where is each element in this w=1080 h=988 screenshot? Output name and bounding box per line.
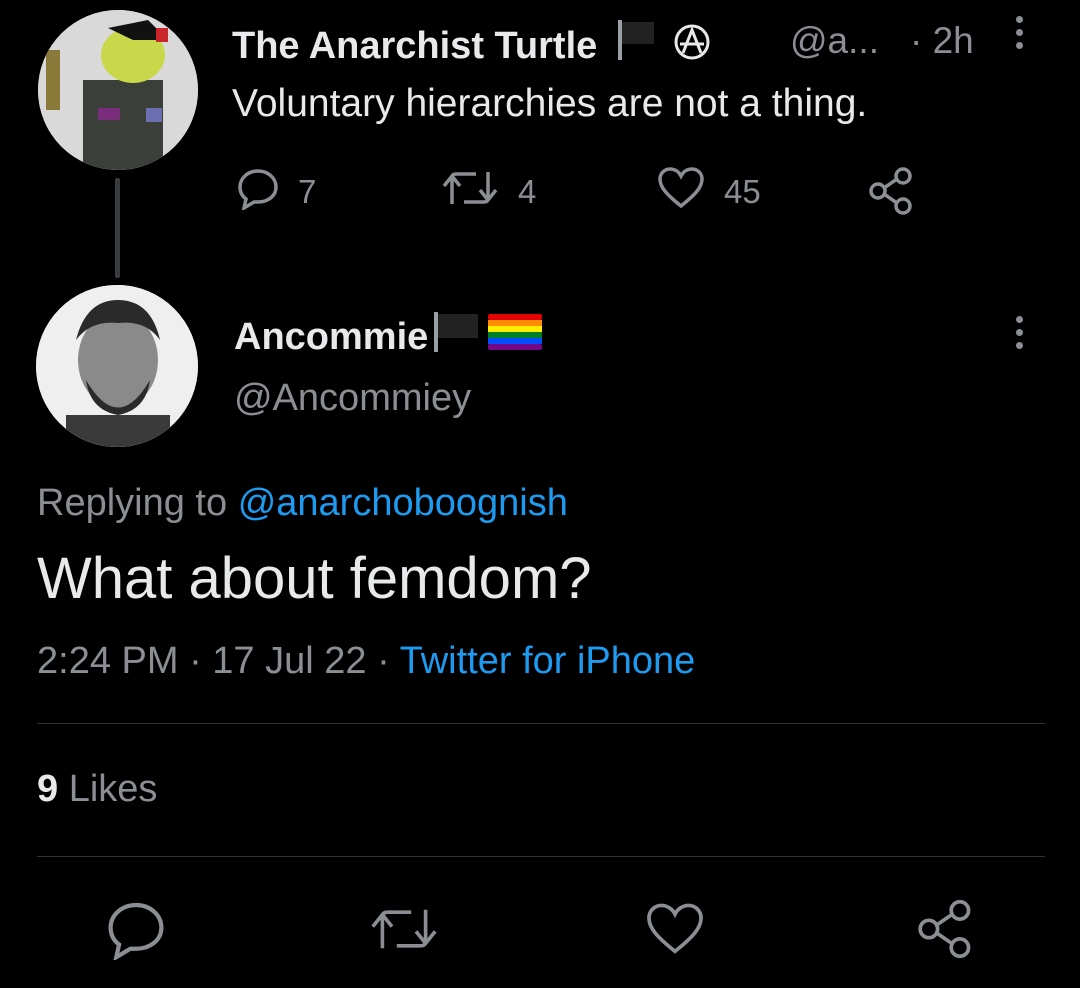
parent-author-name[interactable]: The Anarchist Turtle xyxy=(232,18,712,72)
replying-to: Replying to @anarchoboognish xyxy=(37,482,568,525)
parent-avatar[interactable] xyxy=(38,10,198,170)
more-icon[interactable] xyxy=(1016,316,1024,355)
anarchy-a-icon xyxy=(672,22,712,72)
reply-button[interactable] xyxy=(105,898,167,962)
more-icon[interactable] xyxy=(1016,16,1024,55)
retweet-icon xyxy=(440,166,500,218)
parent-handle[interactable]: @a... xyxy=(790,20,879,62)
parent-like-button[interactable]: 45 xyxy=(656,166,761,218)
reply-handle[interactable]: @Ancommiey xyxy=(234,377,471,420)
divider xyxy=(37,856,1045,857)
tweet-timestamp[interactable]: 2:24 PM · 17 Jul 22 · xyxy=(37,640,390,682)
heart-icon xyxy=(656,166,706,218)
tweet-meta: 2:24 PM · 17 Jul 22 · Twitter for iPhone xyxy=(37,640,695,683)
reply-icon xyxy=(108,902,164,962)
replying-to-handle[interactable]: @anarchoboognish xyxy=(238,482,568,524)
reply-avatar[interactable] xyxy=(36,285,198,447)
divider xyxy=(37,723,1045,724)
black-flag-icon xyxy=(432,310,484,364)
parent-retweet-count: 4 xyxy=(518,173,537,210)
tweet-source[interactable]: Twitter for iPhone xyxy=(400,640,696,682)
parent-tweet-text: Voluntary hierarchies are not a thing. xyxy=(232,82,868,125)
parent-reply-count: 7 xyxy=(298,173,317,210)
retweet-button[interactable] xyxy=(368,898,440,960)
parent-reply-button[interactable]: 7 xyxy=(236,166,316,218)
reply-icon xyxy=(236,166,280,218)
reply-tweet-text: What about femdom? xyxy=(37,546,592,611)
share-icon xyxy=(918,899,971,959)
retweet-icon xyxy=(371,909,437,949)
likes-count: 9 xyxy=(37,768,59,810)
rainbow-flag-icon xyxy=(488,314,543,360)
likes-label: Likes xyxy=(68,768,158,810)
share-icon xyxy=(866,167,916,220)
black-flag-icon xyxy=(614,18,658,72)
parent-retweet-button[interactable]: 4 xyxy=(440,166,536,218)
parent-like-count: 45 xyxy=(724,173,761,210)
heart-icon xyxy=(647,903,703,954)
reply-author-name[interactable]: Ancommie xyxy=(234,310,543,364)
thread-line xyxy=(115,178,120,278)
share-button[interactable] xyxy=(914,898,976,960)
likes-summary[interactable]: 9 Likes xyxy=(37,768,157,811)
like-button[interactable] xyxy=(644,898,706,960)
replying-to-label: Replying to xyxy=(37,482,228,524)
parent-share-button[interactable] xyxy=(866,166,916,221)
parent-timestamp[interactable]: · 2h xyxy=(910,20,974,62)
